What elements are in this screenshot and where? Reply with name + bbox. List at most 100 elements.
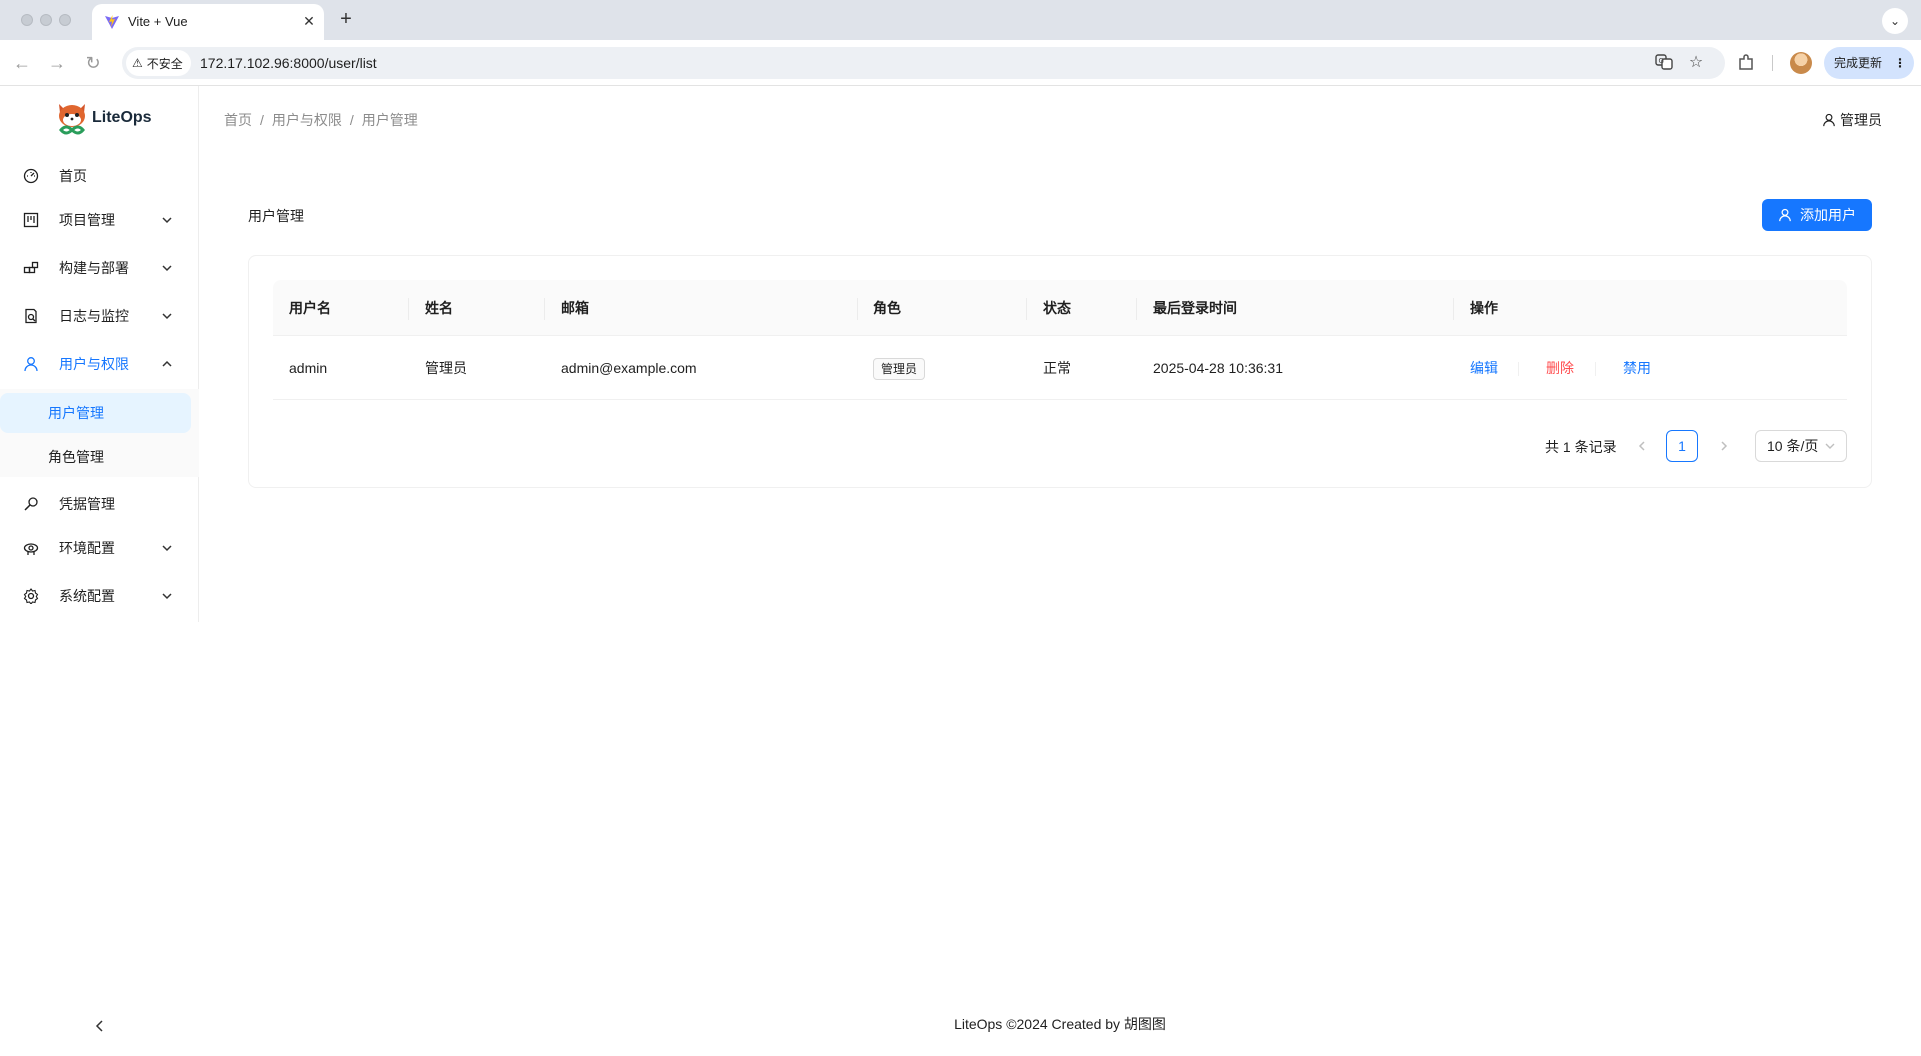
new-tab-button[interactable]: + bbox=[334, 8, 358, 32]
breadcrumb-separator: / bbox=[260, 112, 264, 128]
log-monitor-icon bbox=[22, 307, 40, 325]
sidebar-item-label: 凭据管理 bbox=[59, 496, 115, 512]
column-divider bbox=[1026, 298, 1027, 320]
update-label: 完成更新 bbox=[1834, 56, 1883, 70]
translate-icon[interactable]: G bbox=[1654, 53, 1674, 73]
sidebar-item-label: 系统配置 bbox=[59, 588, 115, 604]
tab-search-chevron-icon[interactable]: ⌄ bbox=[1882, 8, 1908, 34]
disable-link[interactable]: 禁用 bbox=[1623, 336, 1651, 400]
cell-last-login: 2025-04-28 10:36:31 bbox=[1153, 360, 1283, 376]
update-button[interactable]: 完成更新 ⋮ bbox=[1824, 47, 1914, 79]
column-divider bbox=[408, 298, 409, 320]
browser-tab-strip: Vite + Vue ✕ + ⌄ bbox=[0, 0, 1921, 40]
dashboard-icon bbox=[22, 167, 40, 185]
action-divider bbox=[1595, 362, 1596, 376]
sidebar-item-system-settings[interactable]: 系统配置 bbox=[0, 576, 199, 616]
app-root: LiteOps 首页 项目管理 构建与部署 日志与监控 用户与权限 用户管理 角… bbox=[0, 86, 1921, 1056]
logo-text: LiteOps bbox=[92, 109, 152, 126]
user-add-icon bbox=[1779, 208, 1791, 222]
sidebar-item-projects[interactable]: 项目管理 bbox=[0, 200, 199, 240]
tab-title: Vite + Vue bbox=[128, 14, 188, 29]
chevron-down-icon bbox=[162, 593, 172, 600]
page-size-value: 10 条/页 bbox=[1767, 438, 1819, 454]
sidebar-subitem-user-management[interactable]: 用户管理 bbox=[0, 393, 191, 433]
window-minimize-button[interactable] bbox=[40, 14, 52, 26]
sidebar-item-label: 构建与部署 bbox=[59, 260, 129, 276]
sidebar-item-build-deploy[interactable]: 构建与部署 bbox=[0, 248, 199, 288]
sidebar-item-users-permissions[interactable]: 用户与权限 bbox=[0, 344, 199, 384]
key-icon bbox=[22, 495, 40, 513]
sidebar-item-environment[interactable]: 环境配置 bbox=[0, 528, 199, 568]
logo[interactable]: LiteOps bbox=[56, 100, 152, 136]
column-divider bbox=[857, 298, 858, 320]
column-header-actions: 操作 bbox=[1470, 300, 1498, 316]
next-page-chevron-right-icon[interactable] bbox=[1716, 438, 1732, 454]
breadcrumb-users-permissions[interactable]: 用户与权限 bbox=[272, 112, 342, 128]
address-bar[interactable]: ⚠ 不安全 172.17.102.96:8000/user/list G ☆ bbox=[122, 47, 1725, 79]
back-arrow-icon[interactable]: ← bbox=[10, 51, 34, 75]
table-row: admin 管理员 admin@example.com 管理员 正常 2025-… bbox=[273, 336, 1847, 400]
vite-favicon-icon bbox=[105, 15, 119, 29]
add-user-label: 添加用户 bbox=[1800, 207, 1856, 223]
build-icon bbox=[22, 259, 40, 277]
user-icon bbox=[1823, 113, 1835, 127]
browser-menu-icon: ⋮ bbox=[1894, 56, 1906, 70]
security-label: 不安全 bbox=[146, 56, 183, 71]
column-header-username[interactable]: 用户名 bbox=[289, 280, 331, 336]
breadcrumb: 首页 / 用户与权限 / 用户管理 bbox=[224, 110, 418, 130]
chevron-up-icon bbox=[162, 360, 172, 367]
sidebar-item-label: 日志与监控 bbox=[59, 308, 129, 324]
sidebar-submenu-users: 用户管理 角色管理 bbox=[0, 389, 199, 477]
tab-close-icon[interactable]: ✕ bbox=[300, 12, 318, 30]
table-header: 用户名 姓名 邮箱 角色 状态 最后登录时间 操作 bbox=[273, 280, 1847, 336]
chevron-down-icon bbox=[162, 545, 172, 552]
chevron-down-icon bbox=[162, 265, 172, 272]
edit-link[interactable]: 编辑 bbox=[1470, 336, 1498, 400]
sidebar-item-home[interactable]: 首页 bbox=[0, 156, 199, 196]
column-header-name[interactable]: 姓名 bbox=[425, 280, 453, 336]
prev-page-chevron-left-icon[interactable] bbox=[1634, 438, 1650, 454]
settings-icon bbox=[22, 587, 40, 605]
chevron-down-icon bbox=[162, 313, 172, 320]
column-header-status[interactable]: 状态 bbox=[1043, 280, 1071, 336]
cell-username: admin bbox=[289, 360, 328, 376]
window-maximize-button[interactable] bbox=[59, 14, 71, 26]
column-divider bbox=[1453, 298, 1454, 320]
sidebar-item-label: 环境配置 bbox=[59, 540, 115, 556]
sidebar-item-logs-monitoring[interactable]: 日志与监控 bbox=[0, 296, 199, 336]
column-divider bbox=[544, 298, 545, 320]
sidebar-subitem-role-management[interactable]: 角色管理 bbox=[0, 437, 191, 477]
user-icon bbox=[22, 355, 40, 373]
cell-name: 管理员 bbox=[425, 360, 467, 376]
toolbar-divider bbox=[1772, 55, 1773, 71]
breadcrumb-separator: / bbox=[349, 112, 354, 128]
user-name: 管理员 bbox=[1840, 112, 1882, 128]
bookmark-star-icon[interactable]: ☆ bbox=[1686, 53, 1706, 73]
extensions-puzzle-icon[interactable] bbox=[1736, 53, 1756, 73]
user-table-card: 用户名 姓名 邮箱 角色 状态 最后登录时间 操作 admin 管理员 admi… bbox=[248, 255, 1872, 488]
window-close-button[interactable] bbox=[21, 14, 33, 26]
page-size-select[interactable]: 10 条/页 bbox=[1755, 430, 1847, 462]
user-menu[interactable]: 管理员 bbox=[1822, 110, 1882, 130]
column-header-email[interactable]: 邮箱 bbox=[561, 280, 589, 336]
column-header-role[interactable]: 角色 bbox=[873, 280, 901, 336]
breadcrumb-home[interactable]: 首页 bbox=[224, 112, 252, 128]
browser-toolbar: ← → ↻ ⚠ 不安全 172.17.102.96:8000/user/list… bbox=[0, 40, 1921, 86]
cell-status: 正常 bbox=[1043, 360, 1071, 376]
sidebar-item-label: 用户与权限 bbox=[59, 356, 129, 372]
delete-link[interactable]: 删除 bbox=[1546, 336, 1574, 400]
security-chip[interactable]: ⚠ 不安全 bbox=[126, 50, 191, 76]
column-header-last-login[interactable]: 最后登录时间 bbox=[1153, 280, 1237, 336]
red-panda-logo-icon bbox=[59, 104, 85, 135]
browser-tab[interactable]: Vite + Vue ✕ bbox=[92, 4, 324, 40]
chevron-down-icon bbox=[162, 217, 172, 224]
forward-arrow-icon[interactable]: → bbox=[45, 51, 69, 75]
url-text[interactable]: 172.17.102.96:8000/user/list bbox=[200, 55, 377, 71]
page-number-button[interactable]: 1 bbox=[1666, 430, 1698, 462]
sidebar-item-credentials[interactable]: 凭据管理 bbox=[0, 484, 199, 524]
pagination-total: 共 1 条记录 bbox=[1545, 439, 1617, 455]
breadcrumb-current: 用户管理 bbox=[361, 112, 418, 128]
profile-avatar[interactable] bbox=[1790, 52, 1812, 74]
reload-icon[interactable]: ↻ bbox=[81, 51, 105, 75]
add-user-button[interactable]: 添加用户 bbox=[1762, 199, 1872, 231]
